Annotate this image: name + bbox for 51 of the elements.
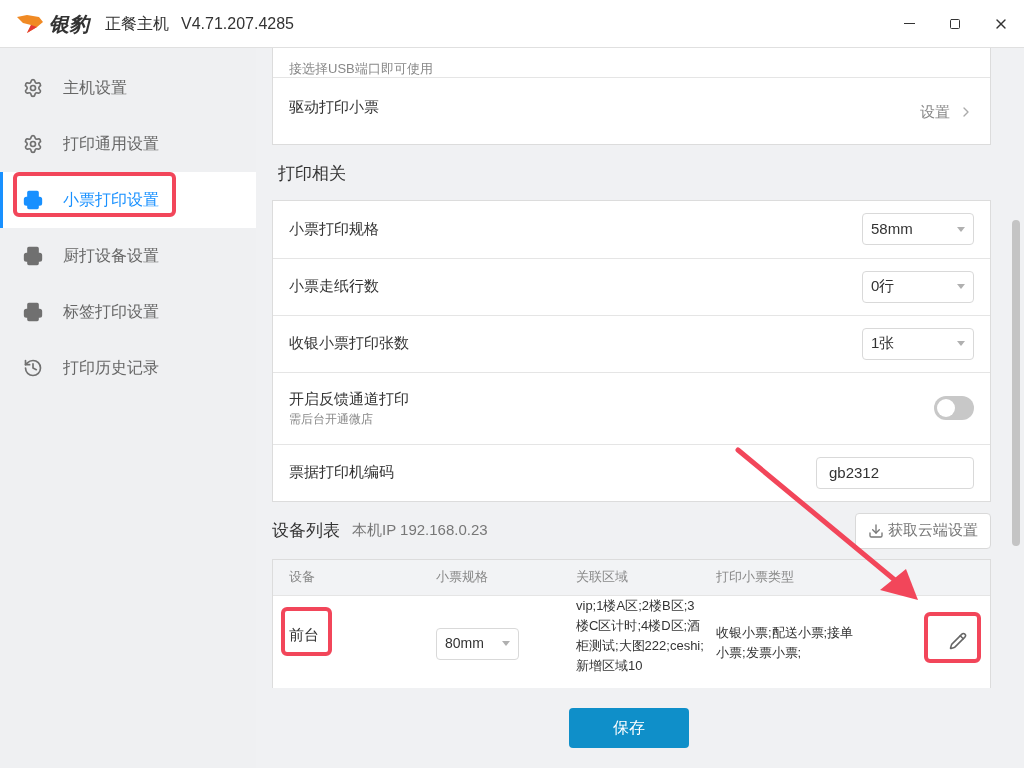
caret-icon [502, 641, 510, 646]
logo-text: 银豹 [49, 11, 89, 37]
save-button[interactable]: 保存 [569, 708, 689, 748]
caret-icon [957, 226, 965, 232]
gear-icon [23, 78, 43, 98]
download-icon [868, 522, 884, 539]
select-dropdown[interactable]: 1张 [862, 327, 974, 360]
version-text: V4.71.207.4285 [181, 13, 294, 34]
sidebar-item[interactable]: 标签打印设置 [0, 284, 256, 340]
ip-text: 本机IP 192.168.0.23 [352, 520, 488, 541]
select-dropdown[interactable]: 58mm [862, 213, 974, 245]
column-header: 小票规格 [436, 568, 489, 587]
sidebar-item[interactable]: 主机设置 [0, 60, 256, 116]
maximize-icon [949, 17, 961, 30]
section-title: 设备列表 [272, 519, 340, 542]
column-header: 关联区域 [576, 568, 629, 587]
toggle-switch[interactable] [934, 396, 974, 420]
section-title: 打印相关 [278, 163, 347, 185]
select-dropdown[interactable]: 0行 [862, 270, 974, 303]
setting-label: 小票走纸行数 [289, 276, 379, 297]
table-cell-text: vip;1楼A区;2楼B区;3楼C区计时;4楼D区;酒柜测试;大图222;ceshi;新增区域10 [576, 596, 704, 675]
hint-text: 接选择USB端口即可使用 [289, 62, 433, 75]
setting-hint: 需后台开通微店 [289, 411, 374, 429]
sidebar-item[interactable]: 厨打设备设置 [0, 228, 256, 284]
printer-icon [23, 190, 43, 210]
setting-label: 票据打印机编码 [289, 462, 394, 483]
printer-icon [23, 302, 43, 322]
setting-label: 开启反馈通道打印 [289, 388, 409, 409]
minimize-icon [903, 23, 915, 24]
column-header: 设备 [289, 568, 316, 587]
history-icon [23, 358, 43, 378]
settings-link[interactable]: 设置 [920, 100, 974, 124]
app-title: 正餐主机 [105, 13, 169, 34]
gear-icon [23, 134, 43, 154]
highlight-frame [924, 612, 981, 663]
caret-icon [957, 284, 965, 289]
table-cell-text: 收银小票;配送小票;接单小票;发票小票; [716, 623, 855, 662]
fetch-cloud-button[interactable]: 获取云端设置 [855, 512, 991, 549]
setting-label: 驱动打印小票 [289, 97, 379, 117]
setting-label: 小票打印规格 [289, 218, 379, 239]
highlight-frame [281, 607, 332, 656]
sidebar-item[interactable]: 打印历史记录 [0, 340, 256, 396]
printer-icon [23, 246, 43, 266]
input-field[interactable]: gb2312 [816, 456, 974, 489]
table-cell-text: 前台 [289, 624, 320, 645]
select-dropdown[interactable]: 80mm [436, 627, 519, 660]
caret-icon [957, 341, 965, 346]
pencil-icon [949, 631, 967, 650]
column-header: 打印小票类型 [716, 568, 795, 587]
sidebar-item[interactable]: 打印通用设置 [0, 116, 256, 172]
setting-label: 收银小票打印张数 [289, 333, 409, 354]
